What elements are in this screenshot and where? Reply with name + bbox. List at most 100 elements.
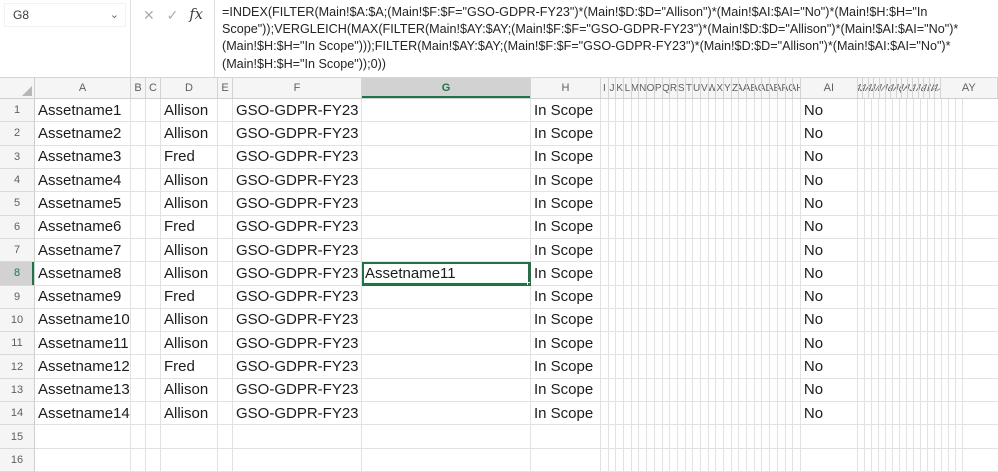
cell-AC13[interactable] [754,378,763,403]
cell-AW8[interactable] [948,262,956,286]
cell-AV11[interactable] [941,332,949,356]
cell-AO3[interactable] [892,145,900,169]
cell-AK13[interactable] [864,378,872,403]
cell-AY8[interactable]: 55 [962,262,998,286]
cell-T3[interactable] [685,145,694,169]
cell-E14[interactable] [218,402,233,426]
cell-AF1[interactable] [777,99,786,123]
cell-G11[interactable] [362,332,531,356]
cell-AX4[interactable] [955,168,963,193]
cell-K9[interactable] [616,285,625,309]
cell-Y4[interactable] [724,168,732,193]
cell-AC14[interactable] [754,402,763,426]
cell-T6[interactable] [685,215,694,239]
cell-AK8[interactable] [864,262,872,286]
cell-X13[interactable] [716,378,724,403]
cell-AI9[interactable]: No [800,285,858,309]
cell-T2[interactable] [685,122,694,146]
cell-AH15[interactable] [793,425,801,449]
cell-C10[interactable] [146,308,161,333]
cell-AN16[interactable] [885,448,893,472]
cell-AH8[interactable] [793,262,801,286]
cell-J1[interactable] [608,99,617,123]
cell-F15[interactable] [233,425,362,449]
cell-AW16[interactable] [948,448,956,472]
cell-Z1[interactable] [731,99,740,123]
cell-AU4[interactable] [934,168,942,193]
cell-G8[interactable]: Assetname11 [362,262,531,286]
chevron-down-icon[interactable]: ⌄ [110,9,119,21]
cell-J8[interactable] [608,262,617,286]
cell-A15[interactable] [35,425,131,449]
cell-Q9[interactable] [662,285,671,309]
cell-U15[interactable] [693,425,701,449]
cell-AY6[interactable]: 26 [962,215,998,239]
cell-E8[interactable] [218,262,233,286]
cell-AL10[interactable] [871,308,879,333]
cell-I12[interactable] [601,355,609,379]
cell-AD12[interactable] [762,355,771,379]
cell-S15[interactable] [677,425,686,449]
cell-AJ7[interactable] [857,238,865,263]
cell-AS8[interactable] [920,262,928,286]
cell-AA7[interactable] [739,238,748,263]
cell-F11[interactable]: GSO-GDPR-FY23 [233,332,362,356]
cell-AX16[interactable] [955,448,963,472]
cell-AU6[interactable] [934,215,942,239]
cell-B11[interactable] [131,332,146,356]
cell-L14[interactable] [624,402,632,426]
cell-AC5[interactable] [754,192,763,216]
row-header-3[interactable]: 3 [0,145,35,169]
cell-AV16[interactable] [941,448,949,472]
cell-K3[interactable] [616,145,625,169]
cell-L9[interactable] [624,285,632,309]
cell-AF3[interactable] [777,145,786,169]
cell-AV9[interactable] [941,285,949,309]
cell-AP10[interactable] [899,308,907,333]
cell-AP12[interactable] [899,355,907,379]
cell-AQ13[interactable] [906,378,914,403]
cell-AC1[interactable] [754,99,763,123]
cell-AF14[interactable] [777,402,786,426]
cell-AS9[interactable] [920,285,928,309]
cell-AD14[interactable] [762,402,771,426]
cell-F7[interactable]: GSO-GDPR-FY23 [233,238,362,263]
cell-AR3[interactable] [913,145,921,169]
cell-AM15[interactable] [878,425,886,449]
cell-U10[interactable] [693,308,701,333]
cell-E5[interactable] [218,192,233,216]
cell-D14[interactable]: Allison [161,402,218,426]
cell-AD9[interactable] [762,285,771,309]
cell-AW1[interactable] [948,99,956,123]
cell-AP6[interactable] [899,215,907,239]
cell-V4[interactable] [700,168,709,193]
cell-AX15[interactable] [955,425,963,449]
cell-X1[interactable] [716,99,724,123]
cell-A9[interactable]: Assetname9 [35,285,131,309]
cell-K14[interactable] [616,402,625,426]
cell-AJ6[interactable] [857,215,865,239]
cell-AF11[interactable] [777,332,786,356]
cell-R2[interactable] [670,122,678,146]
cell-AQ11[interactable] [906,332,914,356]
cell-S16[interactable] [677,448,686,472]
cell-AC6[interactable] [754,215,763,239]
cell-P1[interactable] [654,99,663,123]
column-header-AF[interactable]: AF [777,78,786,99]
cell-AK6[interactable] [864,215,872,239]
cell-AU9[interactable] [934,285,942,309]
cell-AO10[interactable] [892,308,900,333]
cell-U11[interactable] [693,332,701,356]
cell-AX2[interactable] [955,122,963,146]
cell-N14[interactable] [639,402,648,426]
cell-AF8[interactable] [777,262,786,286]
cell-P16[interactable] [654,448,663,472]
cell-I9[interactable] [601,285,609,309]
column-header-S[interactable]: S [677,78,686,99]
cell-A5[interactable]: Assetname5 [35,192,131,216]
cell-AA4[interactable] [739,168,748,193]
cell-AT4[interactable] [927,168,935,193]
cell-Y2[interactable] [724,122,732,146]
cell-AI15[interactable] [800,425,858,449]
cell-C11[interactable] [146,332,161,356]
